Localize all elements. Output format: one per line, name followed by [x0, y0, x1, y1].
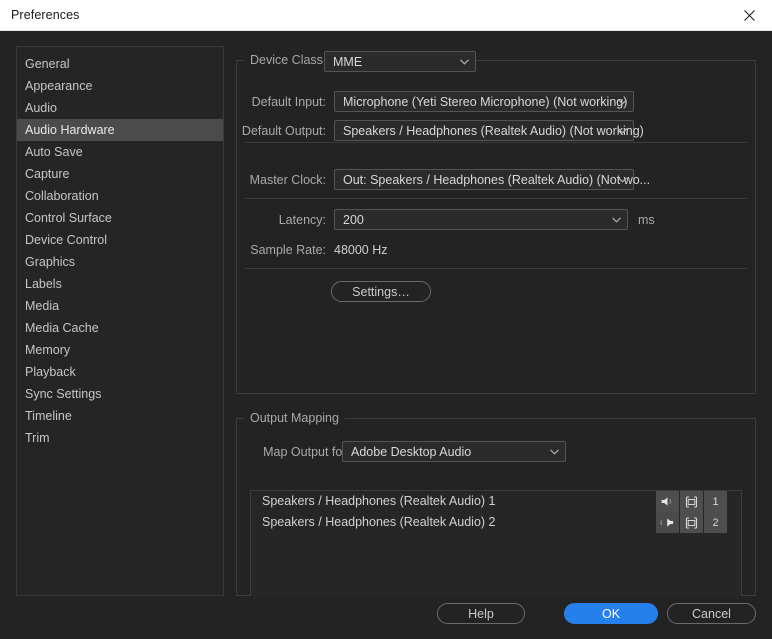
sidebar-item-graphics[interactable]: Graphics [17, 251, 223, 273]
sidebar-item-control-surface[interactable]: Control Surface [17, 207, 223, 229]
latency-unit: ms [638, 213, 655, 227]
master-clock-value: Out: Speakers / Headphones (Realtek Audi… [343, 173, 651, 187]
sidebar-item-general[interactable]: General [17, 53, 223, 75]
channel-number-button[interactable]: 1 [704, 491, 727, 512]
title-bar: Preferences [0, 0, 772, 31]
preferences-dialog: Preferences General Appearance Audio Aud… [0, 0, 772, 639]
channel-number-button[interactable]: 2 [704, 512, 727, 533]
device-class-value: MME [333, 55, 363, 69]
default-output-label: Default Output: [241, 124, 326, 138]
speaker-left-icon-button[interactable] [656, 491, 679, 512]
divider [245, 268, 747, 269]
default-output-select[interactable]: Speakers / Headphones (Realtek Audio) (N… [334, 120, 644, 141]
dialog-body: General Appearance Audio Audio Hardware … [0, 31, 772, 639]
latency-value: 200 [343, 213, 364, 227]
chevron-down-icon [460, 59, 469, 65]
sidebar-item-auto-save[interactable]: Auto Save [17, 141, 223, 163]
output-device-icon [685, 516, 698, 529]
sidebar-item-appearance[interactable]: Appearance [17, 75, 223, 97]
sample-rate-label: Sample Rate: [250, 243, 326, 257]
speaker-left-icon [660, 496, 675, 507]
device-class-label: Device Class: [250, 53, 327, 67]
device-class-group-label: Device Class: [244, 53, 333, 67]
sidebar-item-audio-hardware[interactable]: Audio Hardware [17, 119, 223, 141]
sidebar-item-labels[interactable]: Labels [17, 273, 223, 295]
settings-button[interactable]: Settings… [331, 281, 431, 302]
sidebar-item-playback[interactable]: Playback [17, 361, 223, 383]
output-device-icon [685, 495, 698, 508]
divider [245, 142, 747, 143]
chevron-down-icon [612, 217, 621, 223]
table-row[interactable]: Speakers / Headphones (Realtek Audio) 1 [251, 491, 741, 512]
output-row-name: Speakers / Headphones (Realtek Audio) 1 [262, 494, 496, 508]
map-output-for-value: Adobe Desktop Audio [351, 445, 472, 459]
output-mapping-list[interactable]: Speakers / Headphones (Realtek Audio) 1 [250, 490, 742, 596]
output-row-name: Speakers / Headphones (Realtek Audio) 2 [262, 515, 496, 529]
map-output-for-select[interactable]: Adobe Desktop Audio [342, 441, 566, 462]
divider [245, 198, 747, 199]
sample-rate-value: 48000 Hz [334, 243, 388, 257]
chevron-down-icon [618, 177, 627, 183]
sidebar-item-collaboration[interactable]: Collaboration [17, 185, 223, 207]
output-device-icon-button[interactable] [680, 491, 703, 512]
map-output-for-label: Map Output for: [263, 445, 350, 459]
table-row[interactable]: Speakers / Headphones (Realtek Audio) 2 [251, 512, 741, 533]
latency-label: Latency: [278, 213, 326, 227]
category-sidebar[interactable]: General Appearance Audio Audio Hardware … [16, 46, 224, 596]
output-row-controls: 1 [656, 491, 727, 512]
output-row-controls: 2 [656, 512, 727, 533]
close-icon [743, 9, 755, 21]
chevron-down-icon [618, 99, 627, 105]
sidebar-item-device-control[interactable]: Device Control [17, 229, 223, 251]
sidebar-item-timeline[interactable]: Timeline [17, 405, 223, 427]
sidebar-item-capture[interactable]: Capture [17, 163, 223, 185]
latency-select[interactable]: 200 [334, 209, 628, 230]
master-clock-label: Master Clock: [249, 173, 326, 187]
chevron-down-icon [618, 128, 627, 134]
settings-panel: Device Class: MME Default Input: Microph… [236, 46, 756, 596]
speaker-right-icon [660, 517, 675, 528]
default-input-value: Microphone (Yeti Stereo Microphone) (Not… [343, 95, 628, 109]
sidebar-item-sync-settings[interactable]: Sync Settings [17, 383, 223, 405]
default-input-label: Default Input: [251, 95, 326, 109]
sidebar-item-trim[interactable]: Trim [17, 427, 223, 449]
help-button[interactable]: Help [437, 603, 525, 624]
close-button[interactable] [726, 0, 772, 30]
default-input-select[interactable]: Microphone (Yeti Stereo Microphone) (Not… [334, 91, 634, 112]
cancel-button[interactable]: Cancel [667, 603, 756, 624]
speaker-right-icon-button[interactable] [656, 512, 679, 533]
sidebar-item-memory[interactable]: Memory [17, 339, 223, 361]
master-clock-select[interactable]: Out: Speakers / Headphones (Realtek Audi… [334, 169, 650, 190]
output-mapping-group-label: Output Mapping [244, 411, 345, 425]
device-class-select[interactable]: MME [324, 51, 476, 72]
chevron-down-icon [550, 449, 559, 455]
output-device-icon-button[interactable] [680, 512, 703, 533]
default-output-value: Speakers / Headphones (Realtek Audio) (N… [343, 124, 644, 138]
sidebar-item-media-cache[interactable]: Media Cache [17, 317, 223, 339]
ok-button[interactable]: OK [564, 603, 658, 624]
sidebar-item-audio[interactable]: Audio [17, 97, 223, 119]
window-title: Preferences [11, 8, 80, 22]
sidebar-item-media[interactable]: Media [17, 295, 223, 317]
